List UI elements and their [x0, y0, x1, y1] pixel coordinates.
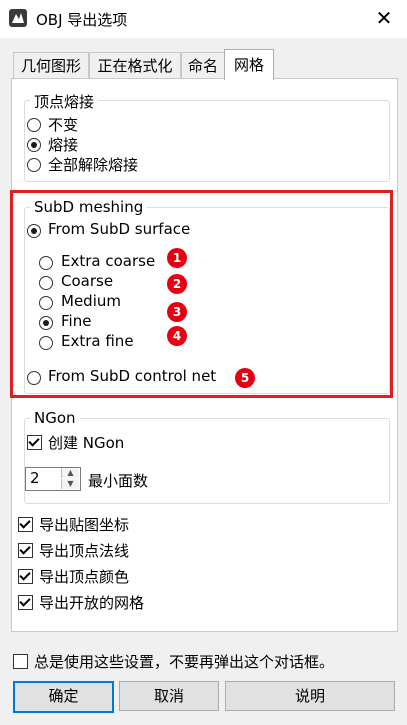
tab-geometry[interactable]: 几何图形 — [13, 52, 89, 79]
checkbox-export-colors-label: 导出顶点颜色 — [39, 568, 130, 586]
rhino-app-icon — [9, 9, 27, 27]
checkbox-always-use[interactable] — [13, 654, 28, 669]
checkbox-create-ngon-label: 创建 NGon — [48, 434, 125, 452]
checkbox-export-normals-label: 导出顶点法线 — [39, 542, 130, 560]
radio-unweld-all-label: 全部解除熔接 — [48, 156, 139, 174]
checkbox-export-normals[interactable] — [18, 543, 33, 558]
radio-unchanged-label: 不变 — [48, 116, 79, 134]
ngon-group — [24, 418, 390, 504]
close-icon[interactable]: ✕ — [372, 6, 396, 30]
radio-unchanged[interactable] — [27, 118, 41, 132]
tab-naming[interactable]: 命名 — [181, 52, 225, 79]
ok-button[interactable]: 确定 — [13, 681, 114, 713]
radio-weld[interactable] — [27, 138, 41, 152]
radio-weld-label: 熔接 — [48, 136, 79, 154]
window-title: OBJ 导出选项 — [36, 11, 128, 29]
min-faces-value[interactable]: 2 — [30, 469, 40, 487]
checkbox-export-uv[interactable] — [18, 517, 33, 532]
tab-mesh[interactable]: 网格 — [224, 49, 274, 80]
min-faces-stepper[interactable]: 2 ▲ ▼ — [25, 467, 81, 491]
annotation-highlight-box — [10, 190, 393, 398]
vertex-weld-legend: 顶点熔接 — [30, 91, 99, 112]
checkbox-export-open-meshes-label: 导出开放的网格 — [39, 594, 145, 612]
stepper-down-icon[interactable]: ▼ — [61, 479, 79, 489]
checkbox-always-use-label: 总是使用这些设置，不要再弹出这个对话框。 — [34, 653, 335, 671]
help-button[interactable]: 说明 — [225, 681, 395, 711]
stepper-up-icon[interactable]: ▲ — [61, 468, 79, 478]
checkbox-export-open-meshes[interactable] — [18, 595, 33, 610]
cancel-button[interactable]: 取消 — [119, 681, 219, 711]
ngon-legend: NGon — [30, 409, 80, 427]
checkbox-create-ngon[interactable] — [27, 435, 42, 450]
tab-formatting[interactable]: 正在格式化 — [89, 52, 181, 79]
min-faces-label: 最小面数 — [88, 472, 149, 490]
checkbox-export-colors[interactable] — [18, 569, 33, 584]
checkbox-export-uv-label: 导出贴图坐标 — [39, 516, 130, 534]
radio-unweld-all[interactable] — [27, 158, 41, 172]
